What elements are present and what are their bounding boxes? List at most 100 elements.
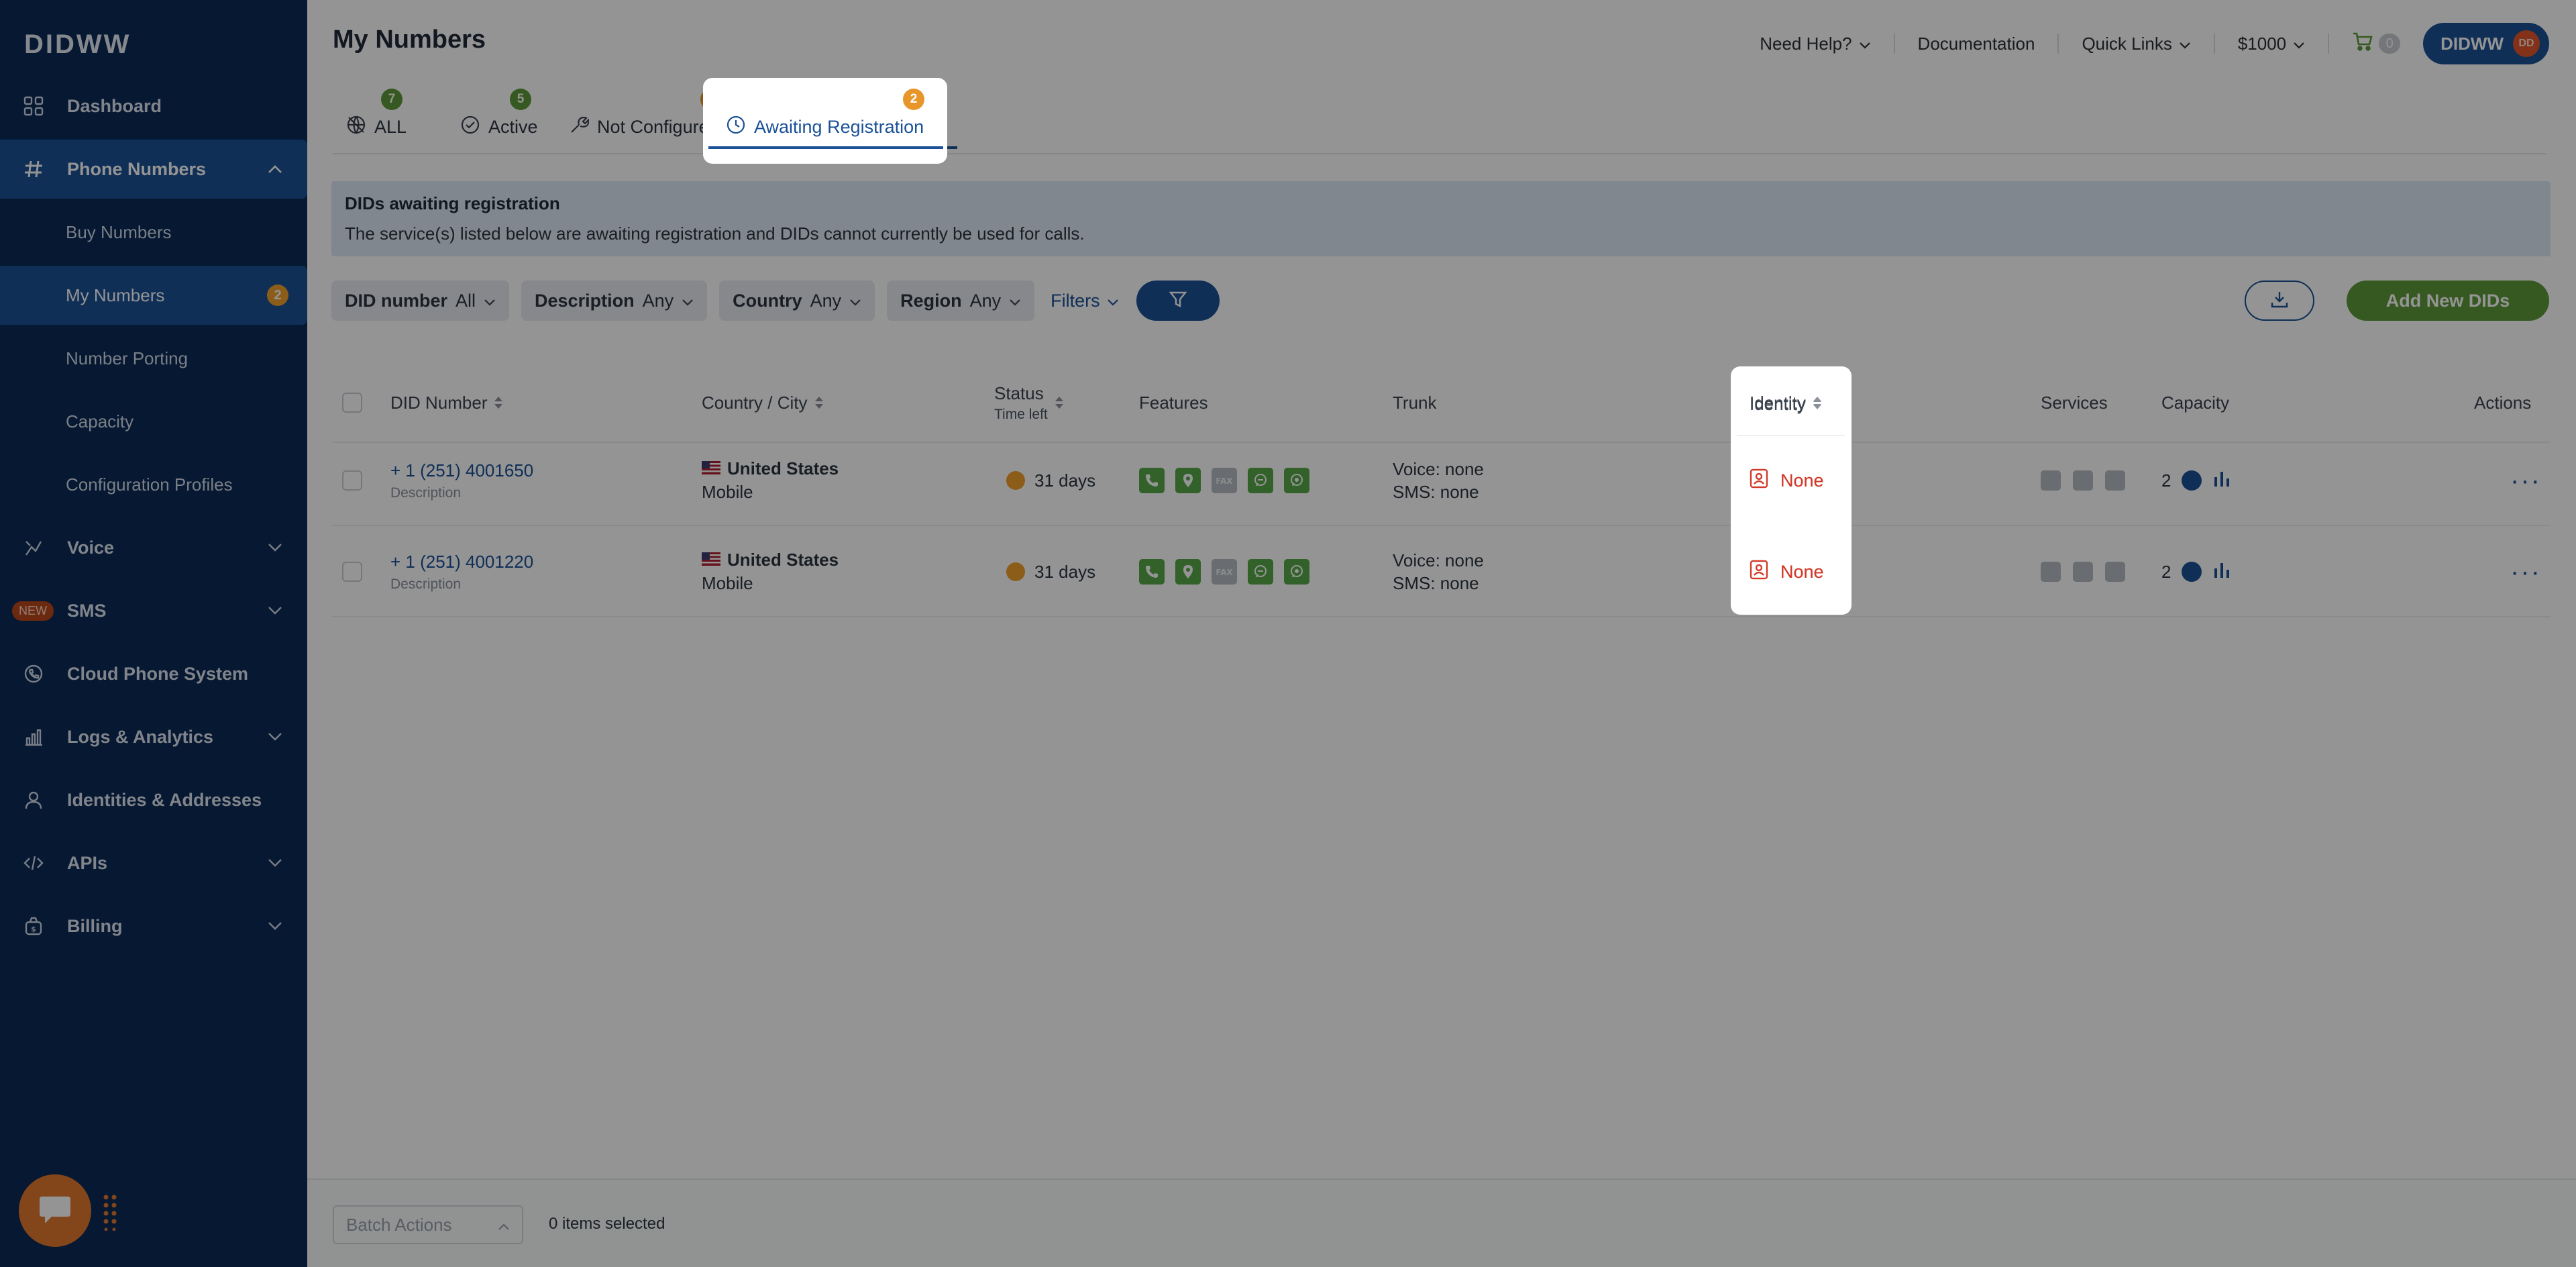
col-did-number[interactable]: DID Number [390, 362, 503, 443]
did-number-link[interactable]: + 1 (251) 4001650 [390, 460, 533, 481]
more-actions-icon[interactable]: ··· [2510, 557, 2541, 587]
main-content: My Numbers Need Help? Documentation Quic… [307, 0, 2576, 1267]
tab-not-configured[interactable]: 2 Not Configured [569, 81, 722, 154]
filter-country[interactable]: Country Any [719, 281, 875, 321]
chevron-down-icon [1107, 291, 1119, 311]
filters-link-label: Filters [1051, 290, 1100, 311]
sidebar-item-identities-addresses[interactable]: Identities & Addresses [0, 770, 307, 829]
table-row: + 1 (251) 4001650 Description United Sta… [331, 435, 2551, 526]
trunk-cell: Voice: none SMS: none [1393, 435, 1484, 526]
filter-region[interactable]: Region Any [887, 281, 1035, 321]
voice-feature-icon [1139, 468, 1165, 493]
sidebar-item-label: Identities & Addresses [67, 789, 262, 810]
tab-all[interactable]: 7 ALL [346, 81, 407, 154]
identity-none-link[interactable]: None [1750, 468, 1824, 493]
filter-value: Any [642, 290, 674, 311]
row-checkbox[interactable] [342, 562, 362, 582]
country-name: United States [702, 550, 839, 570]
did-description[interactable]: Description [390, 485, 461, 501]
svg-text:$: $ [31, 925, 36, 933]
grid-icon [23, 95, 44, 117]
sidebar-sub-number-porting[interactable]: Number Porting [0, 329, 307, 388]
apply-filter-button[interactable] [1136, 281, 1220, 321]
identity-header-highlight[interactable]: Identity [1750, 366, 1822, 442]
column-label: DID Number [390, 392, 488, 413]
column-label: Country / City [702, 392, 808, 413]
capacity-cell: 2 [2161, 526, 2231, 617]
sidebar-sub-configuration-profiles[interactable]: Configuration Profiles [0, 455, 307, 514]
need-help-menu[interactable]: Need Help? [1760, 34, 1870, 54]
did-number-link[interactable]: + 1 (251) 4001220 [390, 552, 533, 572]
actions-cell: ··· [2510, 435, 2541, 526]
hash-icon [23, 158, 44, 180]
quick-links-menu[interactable]: Quick Links [2082, 34, 2190, 54]
sidebar-item-billing[interactable]: $ Billing [0, 897, 307, 956]
cart-button[interactable]: 0 [2352, 32, 2401, 56]
sidebar-item-apis[interactable]: APIs [0, 833, 307, 893]
capacity-pie-icon [2182, 562, 2202, 582]
sidebar-item-cloud-phone-system[interactable]: Cloud Phone System [0, 644, 307, 703]
more-actions-icon[interactable]: ··· [2510, 466, 2541, 496]
row-select-cell [342, 526, 362, 617]
account-menu-button[interactable]: DIDWW DD [2423, 23, 2549, 64]
sidebar-item-label: SMS [67, 600, 107, 621]
sms-feature-icon [1248, 468, 1273, 493]
more-filters-link[interactable]: Filters [1051, 291, 1119, 311]
spotlight-identity-content: Identity None None [1731, 366, 1851, 615]
sidebar-item-dashboard[interactable]: Dashboard [0, 77, 307, 136]
sidebar-item-logs-analytics[interactable]: Logs & Analytics [0, 707, 307, 766]
chat-support-button[interactable] [19, 1174, 91, 1247]
tab-active[interactable]: 5 Active [460, 81, 538, 154]
chevron-down-icon [1859, 34, 1871, 54]
capacity-chart-icon[interactable] [2212, 469, 2231, 493]
funnel-icon [1169, 290, 1187, 312]
chevron-down-icon [267, 855, 283, 871]
sidebar-sub-buy-numbers[interactable]: Buy Numbers [0, 203, 307, 262]
status-cell: 31 days [1006, 435, 1095, 526]
filter-description[interactable]: Description Any [521, 281, 708, 321]
sidebar-item-voice[interactable]: Voice [0, 518, 307, 577]
status-pending-dot [1006, 562, 1025, 581]
sidebar-item-label: Cloud Phone System [67, 663, 249, 684]
row-checkbox[interactable] [342, 470, 362, 491]
sidebar-sub-my-numbers[interactable]: My Numbers 2 [0, 266, 307, 325]
did-description[interactable]: Description [390, 576, 461, 593]
sidebar-item-sms[interactable]: NEW SMS [0, 581, 307, 640]
top-nav: Need Help? Documentation Quick Links $10… [1760, 23, 2549, 64]
tab-awaiting-registration-highlight[interactable]: 2 Awaiting Registration [708, 81, 943, 154]
country-label: United States [727, 550, 839, 570]
sidebar-item-phone-numbers[interactable]: Phone Numbers [0, 140, 307, 199]
sort-icon [494, 396, 503, 409]
documentation-link[interactable]: Documentation [1918, 34, 2035, 54]
filter-did-number[interactable]: DID number All [331, 281, 510, 321]
balance-menu[interactable]: $1000 [2238, 34, 2305, 54]
col-status[interactable]: Status Time left [994, 362, 1064, 443]
sidebar: DIDWW Dashboard Phone Numbers Buy Number… [0, 0, 307, 1267]
select-all-checkbox[interactable] [342, 393, 362, 413]
did-cell: + 1 (251) 4001220 Description [390, 526, 533, 617]
col-trunk: Trunk [1393, 392, 1437, 413]
batch-actions-select[interactable]: Batch Actions [333, 1205, 523, 1244]
capacity-info: 2 [2161, 469, 2231, 493]
logo[interactable]: DIDWW [24, 30, 131, 60]
service-cloud-icon [2105, 562, 2125, 582]
capacity-chart-icon[interactable] [2212, 560, 2231, 584]
sidebar-item-label: Dashboard [67, 95, 162, 116]
col-country-city[interactable]: Country / City [702, 362, 824, 443]
table-row: + 1 (251) 4001220 Description United Sta… [331, 526, 2551, 617]
services-cell [2041, 526, 2137, 617]
sidebar-sub-capacity[interactable]: Capacity [0, 392, 307, 451]
identity-card-icon [1750, 560, 1768, 585]
chevron-down-icon [2293, 34, 2305, 54]
code-icon [23, 852, 44, 874]
user-icon [23, 789, 44, 811]
fax-feature-icon: FAX [1212, 468, 1237, 493]
identity-none-link[interactable]: None [1750, 560, 1824, 585]
filter-label: Description [535, 290, 635, 311]
sidebar-sub-label: Configuration Profiles [66, 474, 233, 495]
drag-handle-icon[interactable] [102, 1193, 118, 1231]
voice-feature-icon [1139, 559, 1165, 585]
tab-badge: 2 [903, 89, 924, 110]
export-button[interactable] [2245, 281, 2314, 321]
add-new-dids-button[interactable]: Add New DIDs [2347, 281, 2549, 321]
